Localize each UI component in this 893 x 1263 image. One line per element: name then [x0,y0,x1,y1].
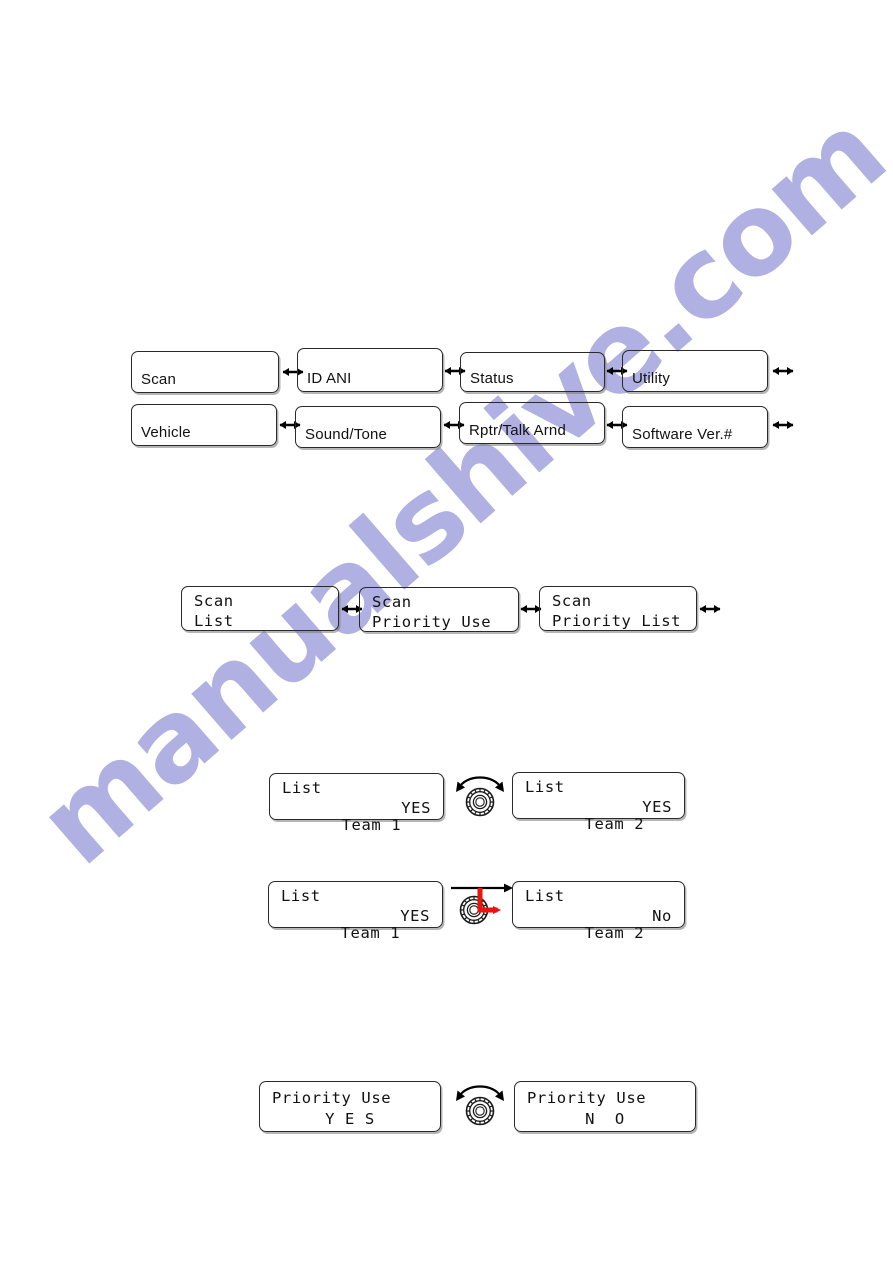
double-arrow-icon [772,421,794,429]
lcd-line-2-left: Team 1 [341,816,402,834]
menu-node-vehicle[interactable]: Vehicle [131,404,277,446]
lcd-line-1: Priority Use [272,1089,392,1107]
lcd-line-2: Priority List [552,612,682,630]
menu-node-utility-label: Utility [632,370,671,387]
lcd-line-2-right: YES [400,907,430,925]
lcd-node-priority-use-no[interactable]: Priority Use N O [514,1081,696,1132]
lcd-node-list-team2-yes[interactable]: List Team 2 YES [512,772,685,833]
lcd-line-2: Priority Use [372,613,492,631]
lcd-node-list-team1-yes-press[interactable]: List Team 1 YES [268,881,443,942]
lcd-line-2: Team 2 No [525,908,672,976]
lcd-line-2: Team 1 YES [282,800,431,868]
lcd-line-1: List [525,887,565,905]
menu-node-id-ani[interactable]: ID ANI [297,348,443,392]
lcd-line-2: Y E S [325,1110,375,1128]
lcd-line-1: Priority Use [527,1089,647,1107]
double-arrow-icon [772,367,794,375]
double-arrow-icon [699,605,721,613]
menu-node-software-ver[interactable]: Software Ver.# [622,406,768,448]
lcd-line-1: List [281,887,321,905]
lcd-line-2: N O [585,1110,625,1128]
lcd-node-list-team2-no[interactable]: List Team 2 No [512,881,685,942]
lcd-line-1: List [282,779,322,797]
lcd-node-scan-priority-use[interactable]: Scan Priority Use [359,587,519,632]
lcd-node-scan-list[interactable]: Scan List [181,586,339,631]
lcd-node-scan-priority-list[interactable]: Scan Priority List [539,586,697,631]
lcd-line-2: List [194,612,234,630]
menu-node-utility[interactable]: Utility [622,350,768,392]
menu-node-vehicle-label: Vehicle [141,424,191,441]
lcd-line-2-left: Team 1 [340,924,401,942]
menu-node-sound-tone-label: Sound/Tone [305,426,388,443]
lcd-line-2-right: YES [401,799,431,817]
menu-flow-diagram: Scan ID ANI Status Utility Vehicle Sound… [0,0,893,1263]
rotary-knob-turn-icon [456,1085,504,1126]
lcd-line-2-left: Team 2 [584,924,645,942]
menu-node-rptr-talk-arnd[interactable]: Rptr/Talk Arnd [459,402,605,444]
lcd-line-2: Team 1 YES [281,908,430,976]
lcd-line-1: List [525,778,565,796]
rotary-knob-turn-icon [456,776,504,817]
lcd-line-1: Scan [372,593,412,611]
lcd-node-list-team1-yes[interactable]: List Team 1 YES [269,773,444,834]
lcd-line-2-right: YES [642,798,672,816]
lcd-line-2-left: Team 2 [584,815,645,833]
menu-node-software-ver-label: Software Ver.# [632,426,733,443]
lcd-line-2: Team 2 YES [525,799,672,867]
menu-node-status-label: Status [470,370,514,387]
menu-node-id-ani-label: ID ANI [307,370,352,387]
press-marker-l-icon [477,888,501,914]
menu-node-status[interactable]: Status [460,352,605,392]
menu-node-scan-label: Scan [141,371,176,388]
lcd-node-priority-use-yes[interactable]: Priority Use Y E S [259,1081,441,1132]
menu-node-scan[interactable]: Scan [131,351,279,393]
lcd-line-1: Scan [194,592,234,610]
menu-node-sound-tone[interactable]: Sound/Tone [295,406,441,448]
menu-node-rptr-talk-arnd-label: Rptr/Talk Arnd [469,422,567,439]
lcd-line-2-right: No [652,907,672,925]
lcd-line-1: Scan [552,592,592,610]
